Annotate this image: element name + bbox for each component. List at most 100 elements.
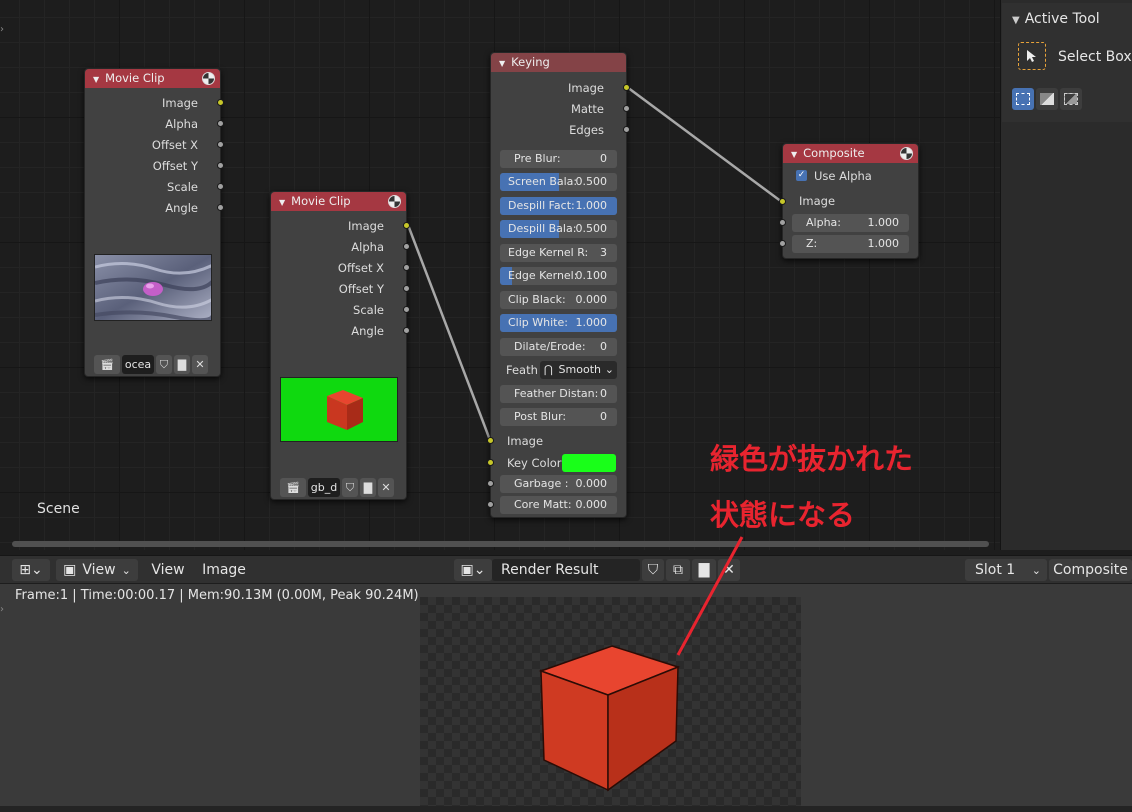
open-folder-icon[interactable]: ▇ (360, 478, 376, 497)
socket-alpha[interactable] (403, 243, 410, 250)
collapse-icon[interactable]: ▼ (93, 75, 99, 84)
image-menu[interactable]: Image (196, 559, 252, 581)
clip-name-field[interactable]: ocea (122, 355, 154, 374)
socket-garbage-in[interactable] (487, 480, 494, 487)
keying-node[interactable]: ▼ Keying Image Matte Edges Pre Blur: 0 Scr… (487, 52, 630, 518)
socket-core-in[interactable] (487, 501, 494, 508)
collapse-icon[interactable]: ▼ (791, 150, 797, 159)
clip-selector[interactable]: 🎬︎ ocea ⛉ ▇ ✕ (94, 355, 208, 374)
clapper-icon[interactable]: 🎬︎ (280, 478, 306, 497)
core-matte-field[interactable]: Core Matt: 0.000 (500, 496, 617, 514)
horizontal-scrollbar[interactable] (12, 541, 989, 547)
socket-edges-out[interactable] (623, 126, 630, 133)
output-angle: Angle (351, 324, 384, 338)
socket-z-in[interactable] (779, 240, 786, 247)
select-box-extend-icon[interactable] (1036, 88, 1058, 110)
open-folder-icon[interactable]: ▇ (174, 355, 190, 374)
node-header[interactable]: ▼ Movie Clip (85, 69, 220, 88)
view-menu[interactable]: View (146, 559, 190, 581)
use-alpha-checkbox[interactable]: ✓ (796, 170, 807, 181)
socket-offset-y[interactable] (403, 285, 410, 292)
close-icon[interactable]: ✕ (192, 355, 208, 374)
globe-icon[interactable] (388, 195, 401, 208)
dilate-erode-field[interactable]: Dilate/Erode: 0 (500, 338, 617, 356)
collapse-icon[interactable]: ▼ (279, 198, 285, 207)
socket-alpha-in[interactable] (779, 219, 786, 226)
feather-distance-field[interactable]: Feather Distan: 0 (500, 385, 617, 403)
post-blur-field[interactable]: Post Blur: 0 (500, 408, 617, 426)
globe-icon[interactable] (202, 72, 215, 85)
socket-offset-x[interactable] (403, 264, 410, 271)
fake-user-icon[interactable]: ⛉ (342, 478, 358, 497)
view-mode-dropdown[interactable]: ▣ View ⌄ (56, 559, 138, 581)
socket-image-in[interactable] (487, 437, 494, 444)
browse-image-icon[interactable]: ▣⌄ (454, 559, 492, 581)
screen-balance-field[interactable]: Screen Bala: 0.500 (500, 173, 617, 191)
input-image-label: Image (507, 434, 544, 448)
socket-image-in[interactable] (779, 198, 786, 205)
collapse-icon[interactable]: ▼ (499, 59, 505, 68)
fake-user-icon[interactable]: ⛉ (156, 355, 172, 374)
node-header[interactable]: ▼ Movie Clip (271, 192, 406, 211)
chevron-down-icon: ⌄ (121, 563, 131, 577)
garbage-matte-field[interactable]: Garbage :0.000 (500, 475, 617, 493)
output-image: Image (347, 219, 384, 233)
movie-clip-node-1[interactable]: ▼ Movie Clip Image Alpha Offset X Offset … (84, 68, 224, 377)
pre-blur-field[interactable]: Pre Blur: 0 (500, 150, 617, 168)
composite-node[interactable]: ▼ Composite ✓ Use Alpha Image Alpha: 1.000… (779, 143, 919, 259)
feather-falloff-dropdown[interactable]: ⋂ Smooth ⌄ (540, 361, 617, 379)
output-scale: Scale (353, 303, 384, 317)
node-header[interactable]: ▼ Composite (783, 144, 918, 163)
select-box-icon[interactable] (1018, 42, 1046, 70)
node-header[interactable]: ▼ Keying (491, 53, 626, 72)
movie-clip-node-2[interactable]: ▼ Movie Clip Image Alpha Offset X Offset … (270, 191, 410, 500)
fake-user-icon[interactable]: ⛉ (642, 559, 664, 581)
open-folder-icon[interactable]: ▇ (692, 559, 716, 581)
clip-black-field[interactable]: Clip Black: 0.000 (500, 291, 617, 309)
socket-image[interactable] (217, 99, 224, 106)
collapse-icon: ▼ (1012, 15, 1020, 26)
select-box-new-icon[interactable] (1012, 88, 1034, 110)
toolbar-expand-icon[interactable]: › (0, 604, 4, 615)
layer-dropdown[interactable]: Composite (1049, 559, 1132, 581)
image-viewport[interactable]: › Frame:1 | Time:00:00.17 | Mem:90.13M (… (0, 584, 1132, 806)
socket-image-out[interactable] (623, 84, 630, 91)
socket-key-color-in[interactable] (487, 459, 494, 466)
z-field[interactable]: Z: 1.000 (792, 235, 909, 253)
edge-kernel-tolerance-field[interactable]: Edge Kernel: 0.100 (500, 267, 617, 285)
despill-balance-field[interactable]: Despill Bala: 0.500 (500, 220, 617, 238)
clip-selector[interactable]: 🎬︎ gb_d ⛉ ▇ ✕ (280, 478, 394, 497)
close-icon[interactable]: ✕ (718, 559, 740, 581)
socket-angle[interactable] (403, 327, 410, 334)
output-alpha: Alpha (165, 117, 198, 131)
clip-white-field[interactable]: Clip White: 1.000 (500, 314, 617, 332)
active-tool-title[interactable]: ▼ Active Tool (1012, 11, 1100, 27)
socket-angle[interactable] (217, 204, 224, 211)
feather-falloff-label: Feath (506, 363, 538, 377)
output-offset-x: Offset X (337, 261, 384, 275)
alpha-field[interactable]: Alpha: 1.000 (792, 214, 909, 232)
key-color-swatch[interactable] (562, 454, 616, 472)
socket-offset-y[interactable] (217, 162, 224, 169)
globe-icon[interactable] (900, 147, 913, 160)
annotation-text-line2: 状態になる (710, 498, 856, 532)
socket-offset-x[interactable] (217, 141, 224, 148)
clip-name-field[interactable]: gb_d (308, 478, 340, 497)
socket-image[interactable] (403, 222, 410, 229)
edge-kernel-radius-field[interactable]: Edge Kernel R: 3 (500, 244, 617, 262)
input-image-label: Image (799, 194, 836, 208)
chevron-down-icon: ⌄ (604, 363, 614, 376)
scene-label: Scene (37, 501, 80, 517)
select-box-subtract-icon[interactable] (1060, 88, 1082, 110)
despill-factor-field[interactable]: Despill Fact: 1.000 (500, 197, 617, 215)
clapper-icon[interactable]: 🎬︎ (94, 355, 120, 374)
duplicate-icon[interactable]: ⧉ (666, 559, 690, 581)
close-icon[interactable]: ✕ (378, 478, 394, 497)
editor-type-icon[interactable]: ⊞⌄ (12, 559, 50, 581)
socket-alpha[interactable] (217, 120, 224, 127)
image-name-field[interactable]: Render Result (492, 559, 640, 581)
socket-scale[interactable] (217, 183, 224, 190)
slot-dropdown[interactable]: Slot 1 ⌄ (965, 559, 1047, 581)
socket-scale[interactable] (403, 306, 410, 313)
socket-matte-out[interactable] (623, 105, 630, 112)
